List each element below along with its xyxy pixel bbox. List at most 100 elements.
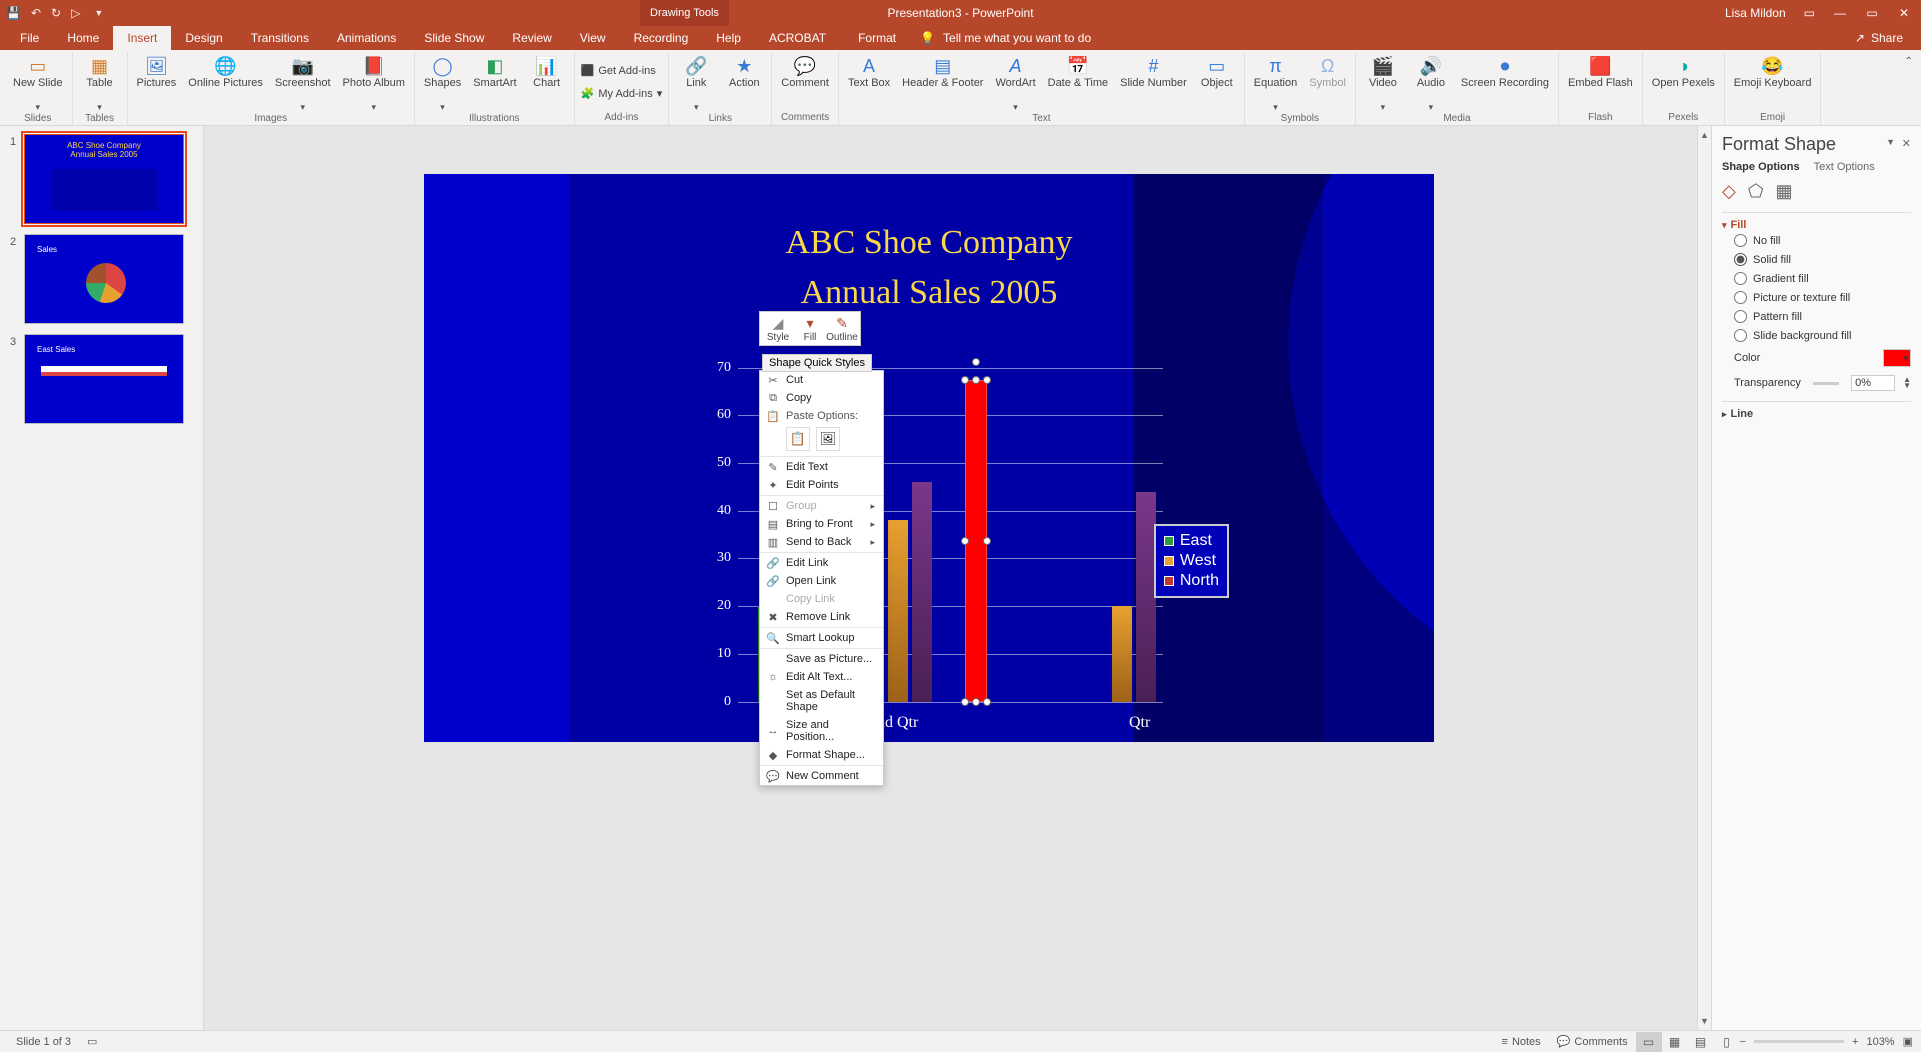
save-icon[interactable]: 💾 (6, 6, 21, 20)
tab-design[interactable]: Design (171, 26, 236, 50)
radio-gradient-fill[interactable]: Gradient fill (1722, 269, 1911, 288)
effects-icon[interactable]: ⬠ (1748, 181, 1764, 202)
mini-style-button[interactable]: ◢Style (762, 314, 794, 343)
ctx-bring-front[interactable]: ▤Bring to Front▸ (760, 515, 883, 533)
new-slide-button[interactable]: ▭New Slide▾ (10, 52, 66, 113)
radio-picture-fill[interactable]: Picture or texture fill (1722, 288, 1911, 307)
video-button[interactable]: 🎬Video▾ (1362, 52, 1404, 113)
smartart-button[interactable]: ◧SmartArt (470, 52, 519, 101)
link-button[interactable]: 🔗Link▾ (675, 52, 717, 113)
size-properties-icon[interactable]: ▦ (1776, 181, 1793, 202)
pictures-button[interactable]: 🖼Pictures (134, 52, 180, 101)
qat-customize-icon[interactable]: ▼ (94, 8, 103, 18)
color-picker-button[interactable]: ▾ (1883, 349, 1911, 367)
tell-me-placeholder[interactable]: Tell me what you want to do (943, 31, 1091, 45)
transparency-slider[interactable] (1813, 382, 1839, 385)
share-button[interactable]: ↗ Share (1855, 26, 1903, 50)
mini-fill-button[interactable]: ▾Fill (794, 314, 826, 343)
ctx-remove-link[interactable]: ✖Remove Link (760, 608, 883, 626)
screen-recording-button[interactable]: ⏺Screen Recording (1458, 52, 1552, 101)
ctx-edit-alt-text[interactable]: ☼Edit Alt Text... (760, 668, 883, 686)
online-pictures-button[interactable]: 🌐Online Pictures (185, 52, 266, 101)
pane-tab-shape-options[interactable]: Shape Options (1722, 161, 1800, 173)
text-box-button[interactable]: AText Box (845, 52, 893, 101)
date-time-button[interactable]: 📅Date & Time (1045, 52, 1112, 101)
tab-transitions[interactable]: Transitions (237, 26, 323, 50)
ctx-edit-text[interactable]: ✎Edit Text (760, 458, 883, 476)
tab-acrobat[interactable]: ACROBAT (755, 26, 840, 50)
pane-tab-text-options[interactable]: Text Options (1814, 161, 1875, 173)
radio-pattern-fill[interactable]: Pattern fill (1722, 307, 1911, 326)
zoom-slider[interactable] (1754, 1040, 1844, 1043)
tab-format[interactable]: Format (844, 26, 910, 50)
action-button[interactable]: ★Action (723, 52, 765, 101)
photo-album-button[interactable]: 📕Photo Album▾ (340, 52, 408, 113)
slide-editor[interactable]: ABC Shoe Company Annual Sales 2005 0 10 … (204, 126, 1697, 1030)
audio-button[interactable]: 🔊Audio▾ (1410, 52, 1452, 113)
object-button[interactable]: ▭Object (1196, 52, 1238, 101)
chart-button[interactable]: 📊Chart (526, 52, 568, 101)
shapes-button[interactable]: ◯Shapes▾ (421, 52, 464, 113)
tab-insert[interactable]: Insert (113, 26, 171, 50)
ctx-edit-points[interactable]: ✦Edit Points (760, 476, 883, 494)
get-addins-button[interactable]: ⬛Get Add-ins (581, 62, 656, 79)
header-footer-button[interactable]: ▤Header & Footer (899, 52, 986, 101)
ctx-send-back[interactable]: ▥Send to Back▸ (760, 533, 883, 551)
collapse-ribbon-icon[interactable]: ⌃ (1901, 52, 1917, 71)
ctx-set-default-shape[interactable]: Set as Default Shape (760, 686, 883, 716)
tab-recording[interactable]: Recording (620, 26, 703, 50)
close-button[interactable]: ✕ (1897, 6, 1911, 20)
slide-thumbnail-2[interactable]: Sales (24, 234, 184, 324)
ctx-smart-lookup[interactable]: 🔍Smart Lookup (760, 629, 883, 647)
tab-home[interactable]: Home (53, 26, 113, 50)
table-button[interactable]: ▦Table▾ (79, 52, 121, 113)
tab-animations[interactable]: Animations (323, 26, 410, 50)
fill-line-icon[interactable]: ◇ (1722, 181, 1736, 202)
radio-slide-bg-fill[interactable]: Slide background fill (1722, 326, 1911, 345)
normal-view-icon[interactable]: ▭ (1636, 1032, 1662, 1052)
radio-solid-fill[interactable]: Solid fill (1722, 250, 1911, 269)
ctx-cut[interactable]: ✂Cut (760, 371, 883, 389)
zoom-out-icon[interactable]: − (1740, 1036, 1746, 1048)
wordart-button[interactable]: AWordArt▾ (992, 52, 1038, 113)
pane-close-icon[interactable]: ✕ (1902, 137, 1911, 150)
tab-file[interactable]: File (6, 26, 53, 50)
tab-review[interactable]: Review (498, 26, 565, 50)
screenshot-button[interactable]: 📷Screenshot▾ (272, 52, 334, 113)
ribbon-display-options-icon[interactable]: ▭ (1804, 6, 1815, 20)
my-addins-button[interactable]: 🧩My Add-ins ▾ (581, 85, 663, 102)
comment-button[interactable]: 💬Comment (778, 52, 832, 101)
redo-icon[interactable]: ↻ (51, 6, 61, 20)
undo-icon[interactable]: ↶ (31, 6, 41, 20)
ctx-size-position[interactable]: ↔Size and Position... (760, 716, 883, 746)
tab-view[interactable]: View (566, 26, 620, 50)
emoji-keyboard-button[interactable]: 😂Emoji Keyboard (1731, 52, 1815, 101)
slide-sorter-icon[interactable]: ▦ (1662, 1032, 1688, 1052)
slide-thumbnails-panel[interactable]: 1 ABC Shoe Company Annual Sales 2005 2 S… (0, 126, 204, 1030)
reading-view-icon[interactable]: ▤ (1688, 1032, 1714, 1052)
user-name[interactable]: Lisa Mildon (1725, 6, 1786, 20)
ctx-copy[interactable]: ⧉Copy (760, 389, 883, 407)
section-line-toggle[interactable]: ▸Line (1722, 408, 1911, 420)
restore-button[interactable]: ▭ (1865, 6, 1879, 20)
notes-button[interactable]: ≡Notes (1494, 1036, 1549, 1048)
slide-thumbnail-1[interactable]: ABC Shoe Company Annual Sales 2005 (24, 134, 184, 224)
start-from-beginning-icon[interactable]: ▷ (71, 6, 80, 20)
slide-canvas[interactable]: ABC Shoe Company Annual Sales 2005 0 10 … (424, 174, 1434, 742)
open-pexels-button[interactable]: ◑Open Pexels (1649, 52, 1718, 101)
vertical-scrollbar[interactable]: ▲▼ (1697, 126, 1711, 1030)
radio-no-fill[interactable]: No fill (1722, 231, 1911, 250)
paste-keep-source-icon[interactable]: 📋 (786, 427, 810, 451)
equation-button[interactable]: πEquation▾ (1251, 52, 1300, 113)
slide-number-button[interactable]: #Slide Number (1117, 52, 1190, 101)
transparency-value[interactable]: 0% (1851, 375, 1895, 391)
ctx-new-comment[interactable]: 💬New Comment (760, 767, 883, 785)
pane-dropdown-icon[interactable]: ▼ (1886, 137, 1895, 147)
paste-picture-icon[interactable]: 🖼 (816, 427, 840, 451)
fit-to-window-icon[interactable]: ▣ (1903, 1035, 1913, 1048)
ctx-edit-link[interactable]: 🔗Edit Link (760, 554, 883, 572)
ctx-save-as-picture[interactable]: Save as Picture... (760, 650, 883, 668)
zoom-value[interactable]: 103% (1866, 1036, 1894, 1048)
slide-thumbnail-3[interactable]: East Sales (24, 334, 184, 424)
section-fill-toggle[interactable]: ▾Fill (1722, 219, 1911, 231)
